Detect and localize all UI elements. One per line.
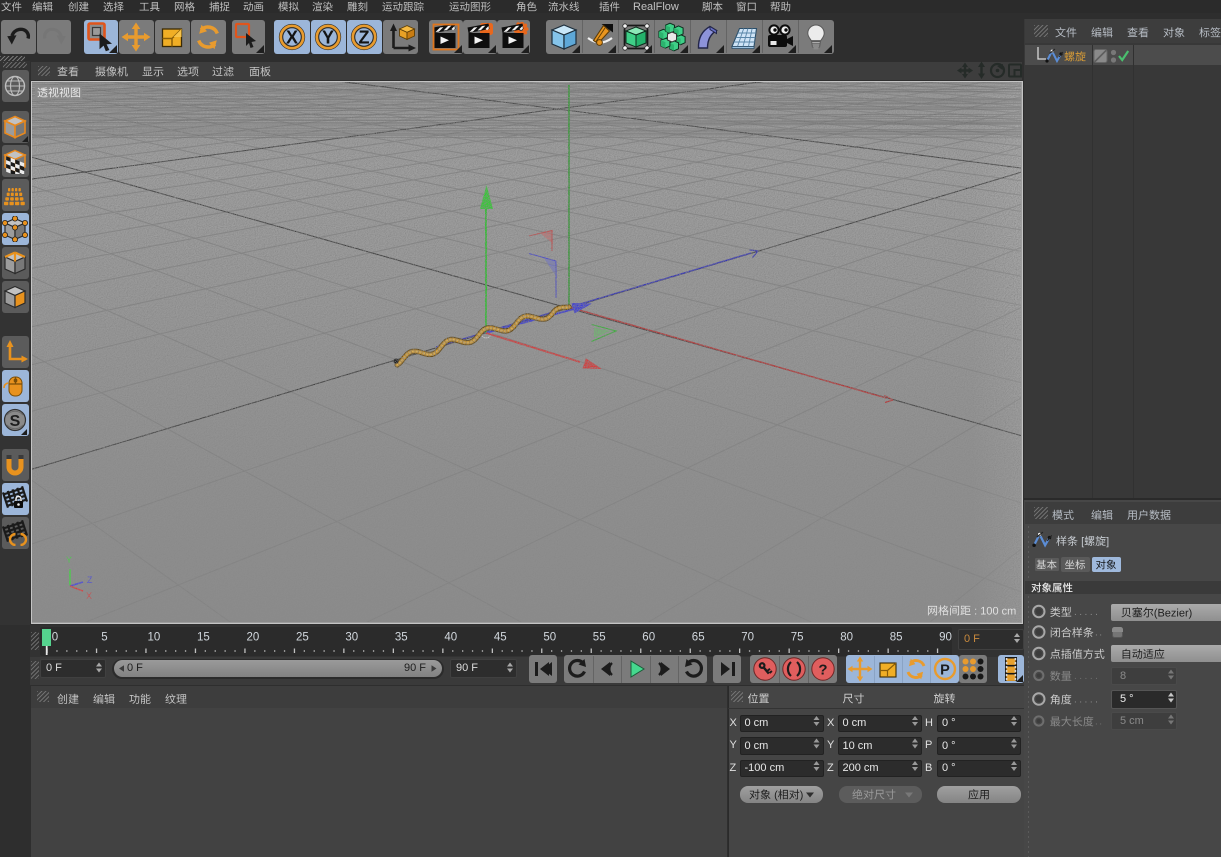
svg-text:Y: Y <box>322 27 334 47</box>
svg-text:30: 30 <box>345 632 358 644</box>
svg-text:45: 45 <box>494 632 507 644</box>
svg-text:15: 15 <box>197 632 210 644</box>
svg-text:60: 60 <box>642 632 655 644</box>
svg-text:90: 90 <box>939 632 952 644</box>
svg-text:X: X <box>286 27 298 47</box>
svg-text:50: 50 <box>543 632 556 644</box>
svg-text:Z: Z <box>359 27 370 47</box>
svg-text:P: P <box>940 663 950 679</box>
svg-text:0: 0 <box>52 632 58 644</box>
svg-text:10: 10 <box>148 632 161 644</box>
svg-text:65: 65 <box>692 632 705 644</box>
svg-text:75: 75 <box>791 632 804 644</box>
svg-text:80: 80 <box>840 632 853 644</box>
svg-text:70: 70 <box>741 632 754 644</box>
svg-text:?: ? <box>818 662 827 679</box>
svg-text:35: 35 <box>395 632 408 644</box>
svg-text:20: 20 <box>247 632 260 644</box>
svg-text:5: 5 <box>101 632 107 644</box>
svg-text:S: S <box>10 413 21 430</box>
svg-text:40: 40 <box>444 632 457 644</box>
svg-text:25: 25 <box>296 632 309 644</box>
svg-text:55: 55 <box>593 632 606 644</box>
svg-text:85: 85 <box>890 632 903 644</box>
